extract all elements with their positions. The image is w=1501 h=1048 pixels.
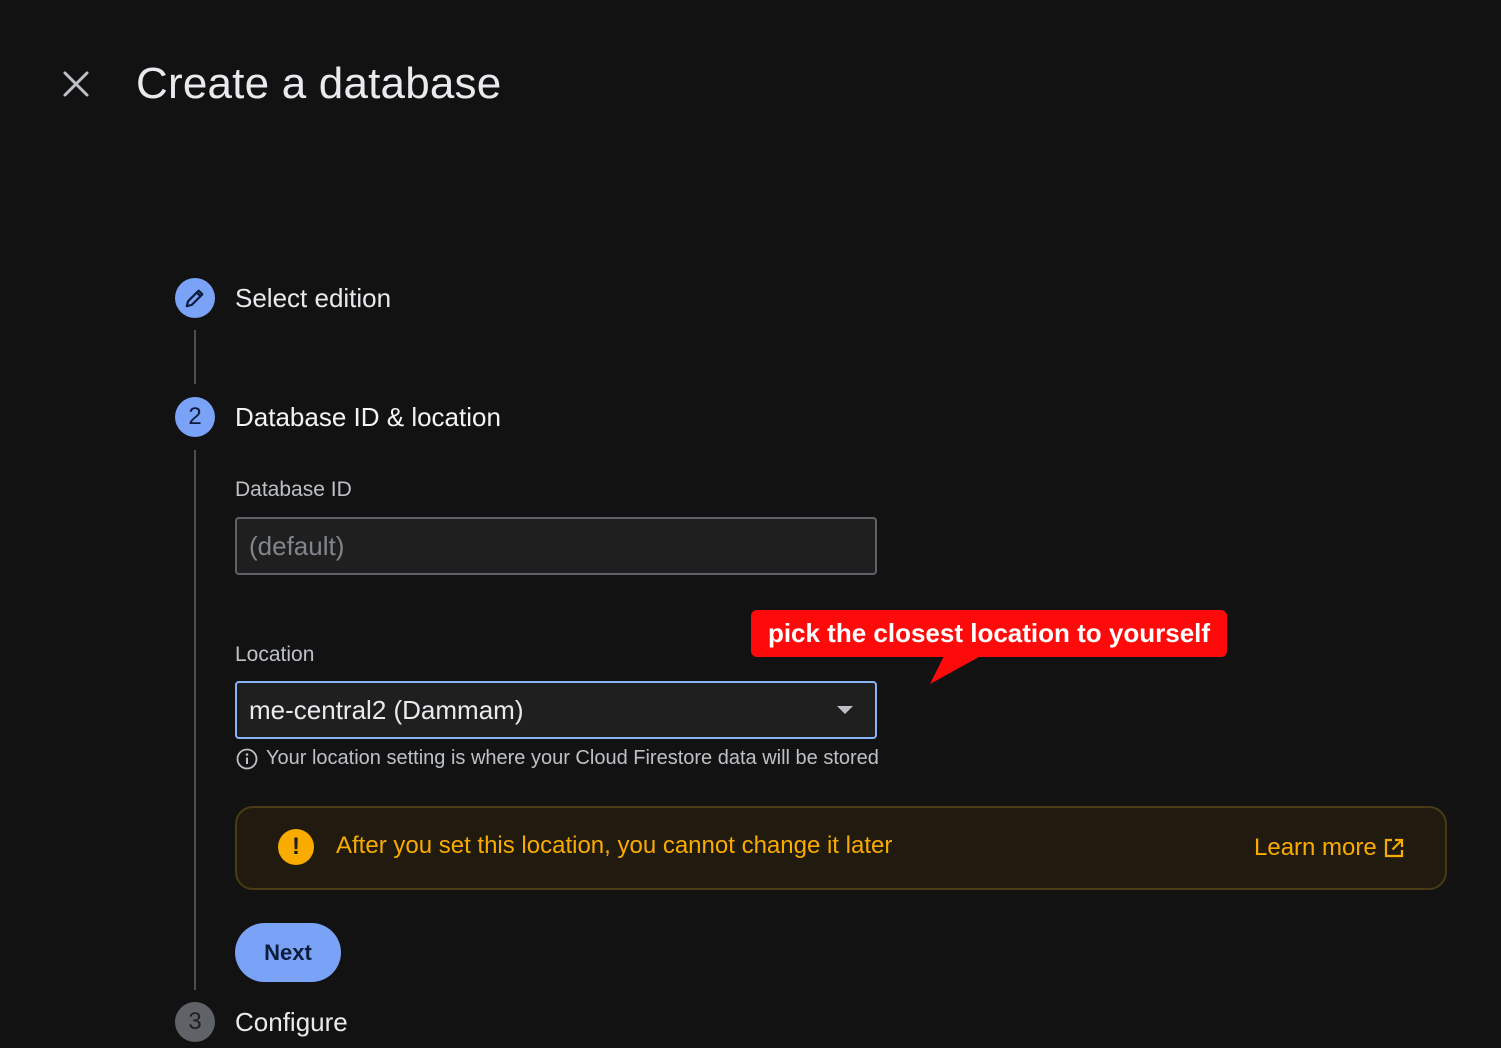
location-select[interactable]: me-central2 (Dammam) — [235, 681, 877, 739]
learn-more-label: Learn more — [1254, 834, 1377, 861]
step-connector — [194, 450, 196, 990]
pencil-icon — [185, 289, 204, 308]
close-icon — [63, 71, 89, 97]
location-label: Location — [235, 643, 315, 666]
next-button[interactable]: Next — [235, 923, 341, 982]
step-2-label: Database ID & location — [235, 402, 501, 432]
location-selected-value: me-central2 (Dammam) — [249, 694, 524, 725]
warning-icon: ! — [278, 829, 314, 865]
callout-pointer — [930, 652, 988, 684]
step-3-indicator: 3 — [175, 1002, 215, 1042]
step-connector — [194, 330, 196, 384]
close-button[interactable] — [56, 64, 96, 104]
location-hint: Your location setting is where your Clou… — [236, 747, 879, 770]
location-hint-text: Your location setting is where your Clou… — [266, 747, 879, 769]
dropdown-arrow-icon — [837, 706, 853, 714]
info-icon — [236, 748, 258, 769]
warning-text: After you set this location, you cannot … — [336, 832, 893, 859]
external-link-icon — [1384, 838, 1403, 858]
step-1-label[interactable]: Select edition — [235, 282, 391, 314]
step-2-indicator: 2 — [175, 397, 215, 437]
learn-more-link[interactable]: Learn more — [1254, 834, 1405, 862]
database-id-label: Database ID — [235, 478, 352, 501]
step-3-label[interactable]: Configure — [235, 1006, 348, 1038]
annotation-callout: pick the closest location to yourself — [751, 610, 1227, 657]
database-id-input[interactable] — [235, 517, 877, 575]
step-1-indicator — [175, 278, 215, 318]
page-title: Create a database — [136, 59, 502, 108]
